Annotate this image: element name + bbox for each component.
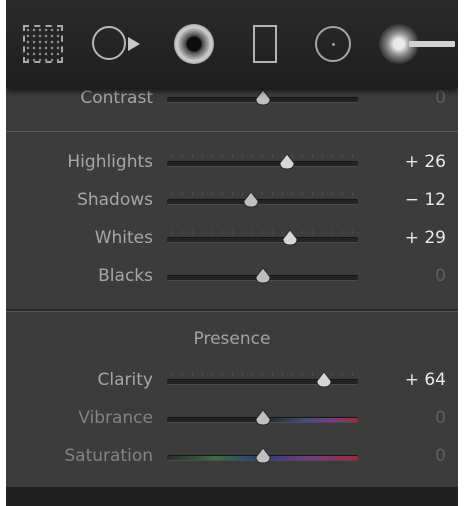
section-divider — [6, 131, 458, 132]
crop-overlay-icon[interactable] — [23, 25, 63, 63]
shadows-slider-track[interactable] — [167, 199, 358, 205]
shadows-value[interactable]: − 12 — [405, 190, 446, 210]
red-eye-icon[interactable] — [174, 24, 214, 64]
saturation-row: Saturation 0 — [6, 443, 458, 473]
clarity-value[interactable]: + 64 — [405, 370, 446, 390]
contrast-slider-thumb[interactable] — [254, 89, 272, 106]
graduated-filter-icon[interactable] — [253, 25, 277, 63]
radial-filter-icon[interactable] — [315, 26, 351, 62]
highlights-value[interactable]: + 26 — [405, 152, 446, 172]
contrast-label: Contrast — [80, 88, 153, 108]
highlights-label: Highlights — [67, 152, 153, 172]
whites-slider-track[interactable] — [167, 237, 358, 243]
blacks-label: Blacks — [98, 266, 153, 286]
adjustment-brush-icon[interactable] — [379, 24, 457, 64]
whites-row: Whites + 29 — [6, 225, 458, 255]
slider-ticks — [172, 154, 353, 158]
highlights-slider-thumb[interactable] — [278, 153, 296, 170]
vibrance-slider-thumb[interactable] — [254, 409, 272, 426]
clarity-label: Clarity — [97, 370, 153, 390]
blacks-slider-thumb[interactable] — [254, 267, 272, 284]
blacks-row: Blacks 0 — [6, 263, 458, 293]
slider-ticks — [172, 192, 353, 196]
vibrance-row: Vibrance 0 — [6, 405, 458, 435]
develop-panel: Contrast 0 Highlights + 26 Shadows − 12 … — [6, 0, 458, 506]
slider-ticks — [172, 230, 353, 234]
whites-slider-thumb[interactable] — [281, 229, 299, 246]
spot-removal-icon[interactable] — [92, 23, 150, 65]
highlights-slider-track[interactable] — [167, 161, 358, 167]
saturation-value[interactable]: 0 — [435, 446, 446, 466]
whites-value[interactable]: + 29 — [405, 228, 446, 248]
shadows-label: Shadows — [77, 190, 153, 210]
saturation-slider-thumb[interactable] — [254, 447, 272, 464]
panel-footer — [6, 487, 458, 506]
whites-label: Whites — [94, 228, 153, 248]
highlights-row: Highlights + 26 — [6, 149, 458, 179]
clarity-row: Clarity + 64 — [6, 367, 458, 397]
blacks-value[interactable]: 0 — [435, 266, 446, 286]
section-divider — [6, 309, 458, 312]
clarity-slider-thumb[interactable] — [315, 371, 333, 388]
shadows-row: Shadows − 12 — [6, 187, 458, 217]
contrast-value[interactable]: 0 — [435, 88, 446, 108]
contrast-row: Contrast 0 — [6, 85, 458, 115]
tool-strip — [6, 0, 458, 88]
vibrance-value[interactable]: 0 — [435, 408, 446, 428]
saturation-label: Saturation — [64, 446, 153, 466]
presence-heading: Presence — [193, 329, 271, 349]
vibrance-label: Vibrance — [78, 408, 153, 428]
shadows-slider-thumb[interactable] — [242, 191, 260, 208]
